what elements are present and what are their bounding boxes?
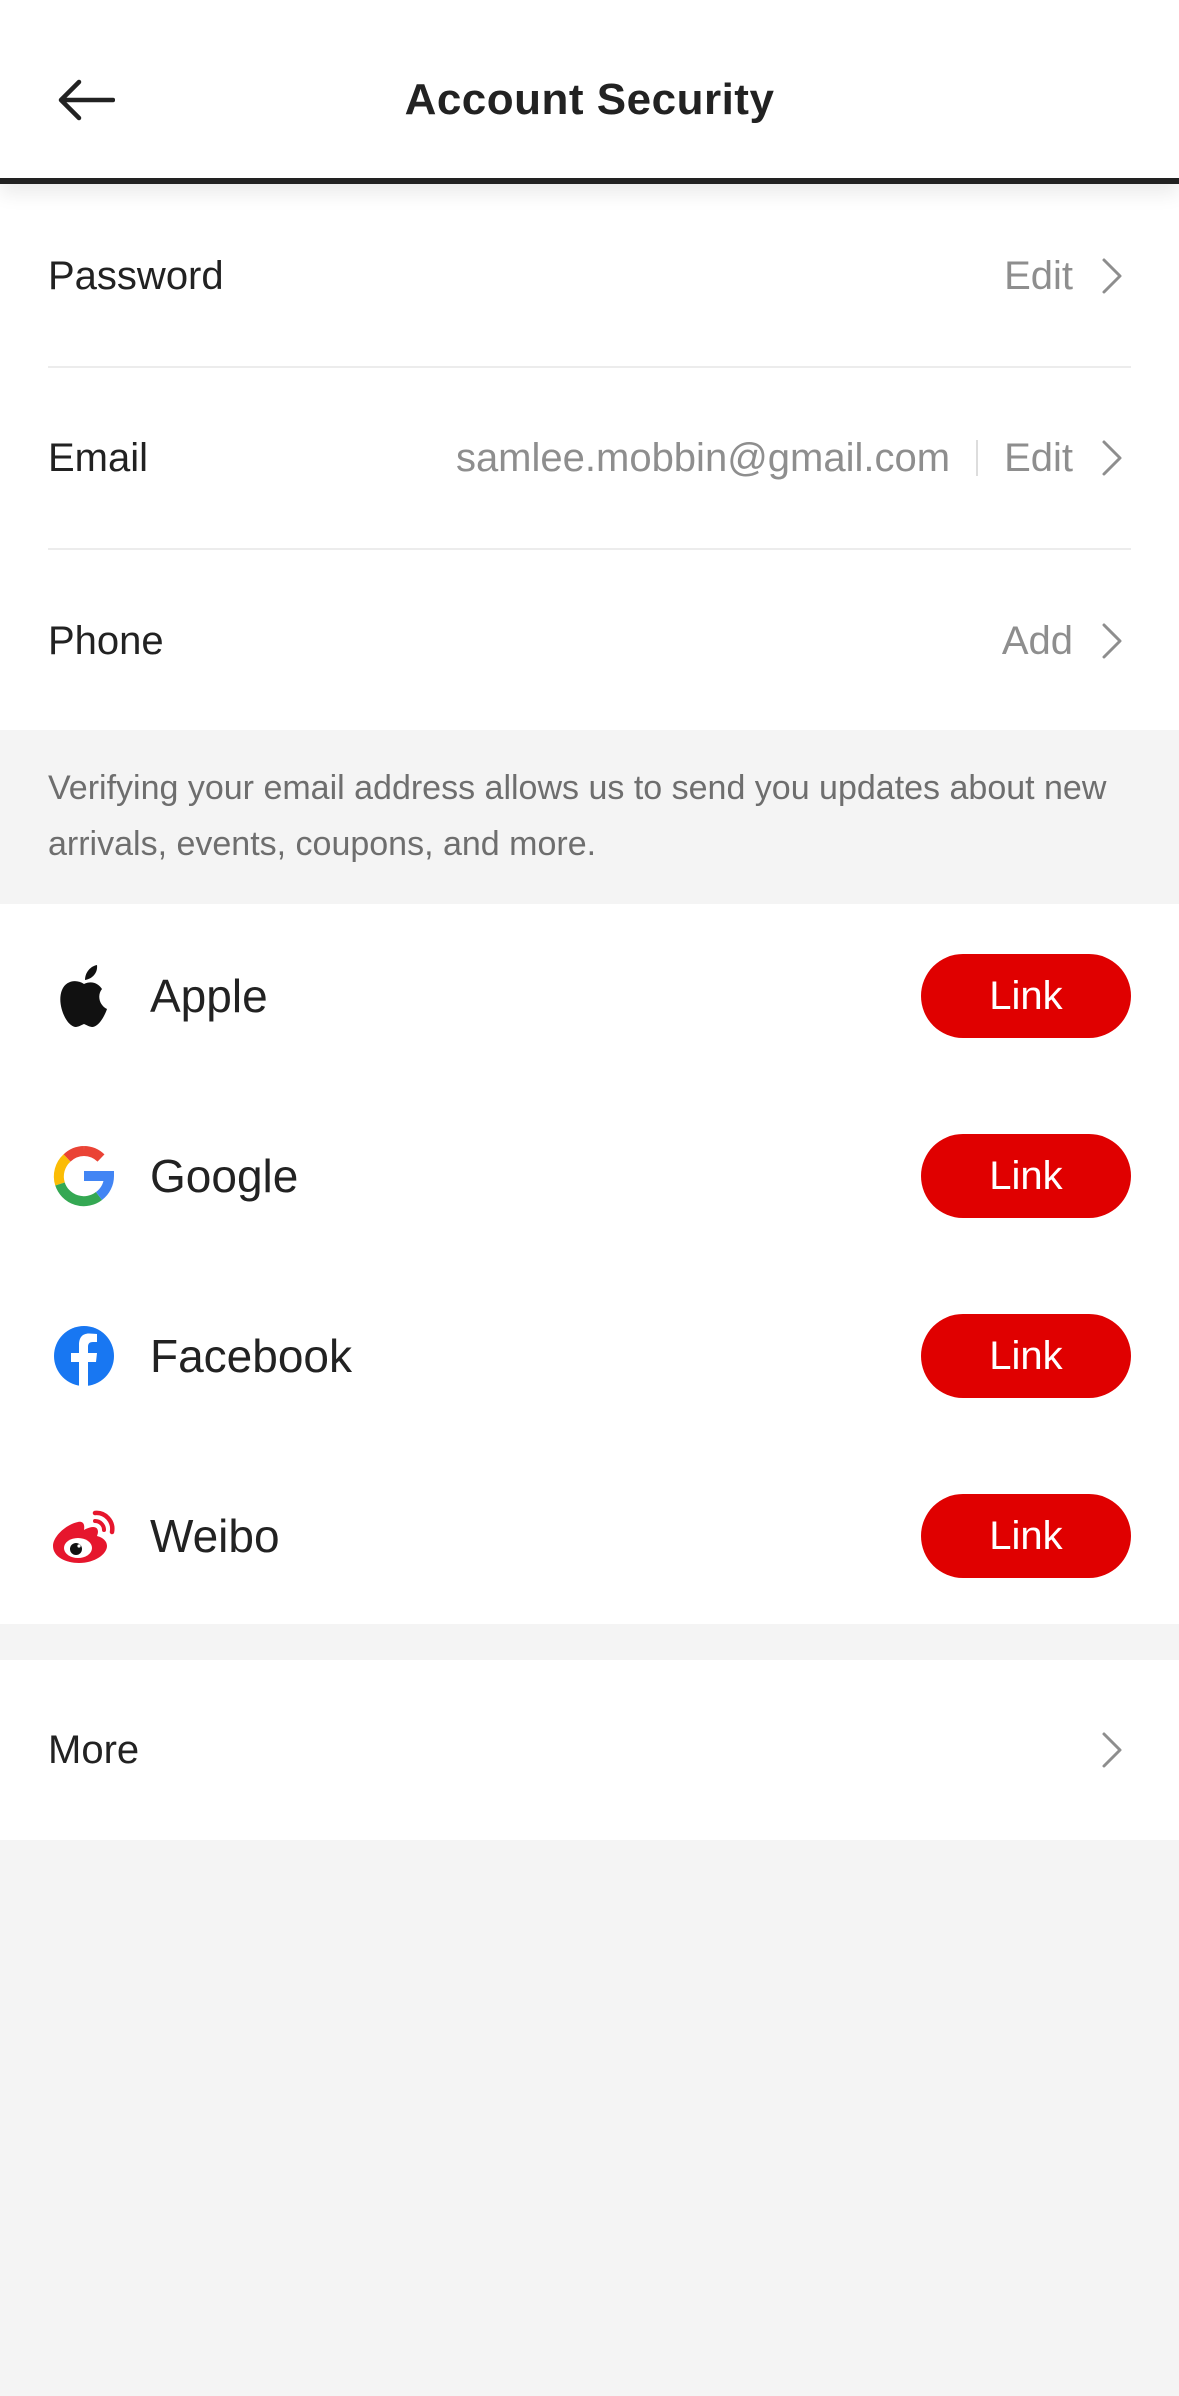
social-label: Weibo xyxy=(150,1510,280,1562)
link-google-button[interactable]: Link xyxy=(921,1134,1131,1218)
row-right: Edit xyxy=(1004,254,1131,299)
social-label: Apple xyxy=(150,970,268,1022)
link-weibo-button[interactable]: Link xyxy=(921,1494,1131,1578)
facebook-icon xyxy=(48,1320,120,1392)
password-row[interactable]: Password Edit xyxy=(48,186,1131,368)
email-edit-action[interactable]: Edit xyxy=(1004,436,1073,481)
social-accounts-section: Apple Link Google Link Facebook Link Wei… xyxy=(0,904,1179,1624)
link-facebook-button[interactable]: Link xyxy=(921,1314,1131,1398)
chevron-right-icon xyxy=(1101,256,1131,296)
row-label: More xyxy=(48,1727,140,1772)
security-section: Password Edit Email samlee.mobbin@gmail.… xyxy=(0,184,1179,730)
social-label: Facebook xyxy=(150,1330,353,1382)
facebook-row: Facebook Link xyxy=(48,1314,1131,1398)
google-icon xyxy=(48,1140,120,1212)
chevron-right-icon xyxy=(1101,438,1131,478)
chevron-right-icon xyxy=(1101,1730,1131,1770)
apple-icon xyxy=(48,960,120,1032)
row-label: Password xyxy=(48,253,224,298)
row-label: Email xyxy=(48,435,149,480)
email-value: samlee.mobbin@gmail.com xyxy=(455,435,951,480)
page-title: Account Security xyxy=(404,75,775,124)
phone-row[interactable]: Phone Add xyxy=(48,550,1131,732)
row-right xyxy=(1073,1730,1131,1770)
weibo-row: Weibo Link xyxy=(48,1494,1131,1578)
email-verification-info: Verifying your email address allows us t… xyxy=(48,769,1107,863)
email-row[interactable]: Email samlee.mobbin@gmail.com Edit xyxy=(48,368,1131,550)
chevron-right-icon xyxy=(1101,621,1131,661)
more-section: More xyxy=(0,1660,1179,1840)
row-right: Add xyxy=(1002,619,1131,664)
google-row: Google Link xyxy=(48,1134,1131,1218)
more-row[interactable]: More xyxy=(48,1660,1131,1840)
top-app-bar: Account Security xyxy=(0,0,1179,184)
password-edit-action[interactable]: Edit xyxy=(1004,254,1073,299)
divider xyxy=(976,440,979,476)
apple-row: Apple Link xyxy=(48,954,1131,1038)
social-label: Google xyxy=(150,1150,299,1202)
link-apple-button[interactable]: Link xyxy=(921,954,1131,1038)
weibo-icon xyxy=(48,1500,120,1572)
row-right: samlee.mobbin@gmail.com Edit xyxy=(456,436,1131,481)
phone-add-action[interactable]: Add xyxy=(1002,619,1073,664)
row-label: Phone xyxy=(48,618,164,663)
